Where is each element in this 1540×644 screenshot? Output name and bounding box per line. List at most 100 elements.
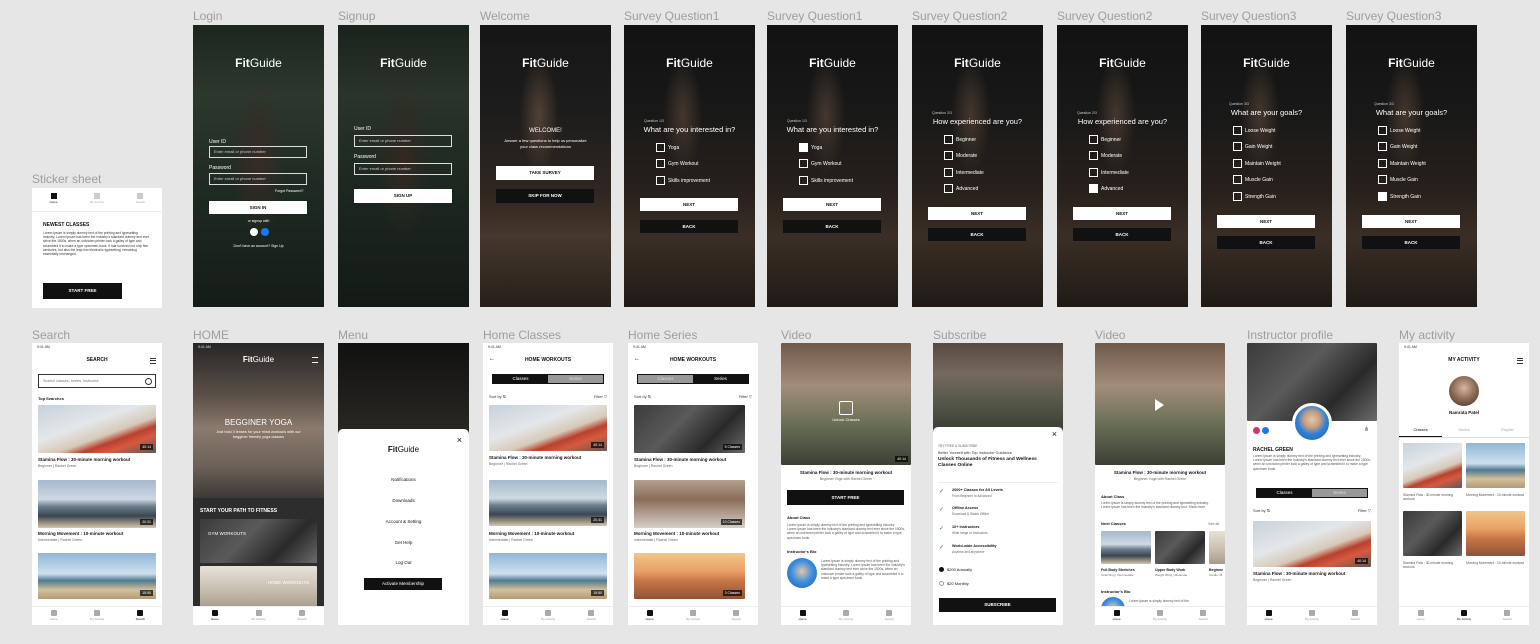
see-all-link[interactable]: See all xyxy=(1208,522,1219,526)
nav-home[interactable]: Home xyxy=(628,607,671,625)
next-button[interactable]: NEXT xyxy=(640,198,738,211)
sort-control[interactable]: Sort by ⇅ xyxy=(1253,508,1270,513)
nav-home[interactable]: Home xyxy=(32,607,75,625)
gym-workouts-card[interactable]: GYM WORKOUTS xyxy=(200,519,317,563)
activity-thumbnail[interactable] xyxy=(1403,443,1462,488)
forgot-password-link[interactable]: Forgot Password? xyxy=(275,189,303,193)
activity-title[interactable]: Stamina Flow : 30-minute morning workout xyxy=(1403,493,1462,501)
tab-playlist[interactable]: Playlist xyxy=(1486,427,1529,437)
nav-search[interactable]: Search xyxy=(1486,607,1529,625)
option-beginner[interactable]: Beginner xyxy=(1089,135,1121,145)
start-free-button[interactable]: START FREE xyxy=(787,490,904,505)
facebook-icon[interactable] xyxy=(1262,427,1269,434)
class-thumbnail[interactable]: 40:14 xyxy=(1253,521,1371,567)
next-button[interactable]: NEXT xyxy=(1362,215,1460,228)
next-button[interactable]: NEXT xyxy=(783,198,881,211)
option-intermediate[interactable]: Intermediate xyxy=(944,168,984,178)
next-class-thumbnail[interactable] xyxy=(1155,531,1205,564)
filter-control[interactable]: Filter ▽ xyxy=(594,394,607,399)
series-title[interactable]: Stamina Flow : 30-minute morning workout xyxy=(634,457,726,462)
sort-control[interactable]: Sort by ⇅ xyxy=(489,394,506,399)
search-input[interactable]: Search classes, series, instructor xyxy=(38,374,156,388)
filter-control[interactable]: Filter ▽ xyxy=(1358,508,1371,513)
user-id-input[interactable]: Enter email or phone number xyxy=(209,146,307,158)
next-button[interactable]: NEXT xyxy=(1217,215,1315,228)
nav-activity[interactable]: My Activity xyxy=(1138,607,1181,625)
nav-search[interactable]: Search xyxy=(715,607,758,625)
signup-link[interactable]: Don't have an account? Sign Up xyxy=(193,244,324,248)
class-thumbnail[interactable]: 20:31 xyxy=(489,480,607,526)
series-thumbnail[interactable]: 5 Classes xyxy=(634,405,745,453)
nav-activity[interactable]: My Activity xyxy=(1290,607,1333,625)
next-class-thumbnail[interactable] xyxy=(1101,531,1151,564)
next-button[interactable]: NEXT xyxy=(1073,207,1171,220)
menu-icon[interactable] xyxy=(312,357,318,363)
password-input[interactable]: Enter email or phone number xyxy=(354,163,452,175)
activity-title[interactable]: Morning Movement : 10-minute workout xyxy=(1466,493,1525,497)
series-title[interactable]: Morning Movement : 10-minute workout xyxy=(634,531,719,536)
nav-search[interactable]: Search xyxy=(1334,607,1377,625)
menu-icon[interactable] xyxy=(1517,358,1523,364)
sign-up-button[interactable]: SIGN UP xyxy=(354,189,452,203)
option-loose-weight[interactable]: Loose Weight xyxy=(1233,126,1275,136)
option-strength-gain[interactable]: Strength Gain xyxy=(1378,192,1421,202)
nav-home[interactable]: Home xyxy=(1247,607,1290,625)
filter-control[interactable]: Filter ▽ xyxy=(739,394,752,399)
video-player[interactable] xyxy=(1095,343,1225,465)
option-muscle-gain[interactable]: Muscle Gain xyxy=(1233,175,1273,185)
next-class-thumbnail[interactable] xyxy=(1209,531,1225,564)
nav-search[interactable]: Search xyxy=(868,607,911,625)
option-loose-weight[interactable]: Loose Weight xyxy=(1378,126,1420,136)
back-button[interactable]: BACK xyxy=(1073,228,1171,241)
nav-home[interactable]: Home xyxy=(193,607,237,625)
option-advanced[interactable]: Advanced xyxy=(944,184,978,194)
back-button[interactable]: BACK xyxy=(640,220,738,233)
skip-button[interactable]: SKIP FOR NOW xyxy=(496,189,594,203)
class-title[interactable]: Morning Movement : 10-minute workout xyxy=(489,531,574,536)
menu-item-help[interactable]: Get Help xyxy=(338,540,469,545)
class-thumbnail[interactable]: 15:50 xyxy=(489,553,607,599)
nav-home[interactable]: Home xyxy=(483,607,526,625)
instagram-icon[interactable] xyxy=(1253,427,1260,434)
next-class-title[interactable]: Upper Body Work xyxy=(1155,568,1185,572)
back-button[interactable]: BACK xyxy=(783,220,881,233)
sort-control[interactable]: Sort by ⇅ xyxy=(634,394,651,399)
option-maintain-weight[interactable]: Maintain Weight xyxy=(1378,159,1426,169)
class-thumbnail[interactable]: 40:14 xyxy=(38,405,156,453)
back-button[interactable]: BACK xyxy=(928,228,1026,241)
nav-search[interactable]: Search xyxy=(570,607,613,625)
nav-activity[interactable]: My Activity xyxy=(75,607,118,625)
facebook-icon[interactable] xyxy=(261,228,269,236)
start-free-button[interactable]: START FREE xyxy=(43,283,122,299)
option-moderate[interactable]: Moderate xyxy=(944,151,977,161)
series-thumbnail[interactable]: 3 Classes xyxy=(634,553,745,599)
activity-title[interactable]: Stamina Flow : 30-minute morning workout xyxy=(1403,561,1462,569)
tab-classes[interactable]: Classes xyxy=(638,375,693,383)
sign-in-button[interactable]: SIGN IN xyxy=(209,201,307,214)
take-survey-button[interactable]: TAKE SURVEY xyxy=(496,166,594,180)
tab-classes[interactable]: Classes xyxy=(1399,427,1443,437)
nav-search[interactable]: Search xyxy=(280,607,324,625)
class-title[interactable]: Stamina Flow : 30-minute morning workout xyxy=(489,455,581,460)
option-muscle-gain[interactable]: Muscle Gain xyxy=(1378,175,1418,185)
menu-item-account[interactable]: Account & Setting xyxy=(338,519,469,524)
class-thumbnail[interactable]: 20:31 xyxy=(38,480,156,528)
class-title[interactable]: Stamina Flow : 30-minute morning workout xyxy=(38,457,130,462)
option-intermediate[interactable]: Intermediate xyxy=(1089,168,1129,178)
next-class-title[interactable]: Full Body Stretches xyxy=(1101,568,1135,572)
tab-classes[interactable]: Classes xyxy=(493,375,548,383)
back-button[interactable]: BACK xyxy=(1362,236,1460,249)
nav-home[interactable]: Home xyxy=(32,193,75,211)
nav-home[interactable]: Home xyxy=(1095,607,1138,625)
option-beginner[interactable]: Beginner xyxy=(944,135,976,145)
option-skills[interactable]: Skills improvement xyxy=(656,176,710,186)
nav-activity[interactable]: My Activity xyxy=(237,607,281,625)
activate-membership-button[interactable]: Activate Membership xyxy=(364,578,442,590)
nav-search[interactable]: Search xyxy=(119,193,162,211)
nav-search[interactable]: Search xyxy=(1182,607,1225,625)
option-gain-weight[interactable]: Gain Weight xyxy=(1378,142,1417,152)
menu-item-logout[interactable]: Log Out xyxy=(338,560,469,565)
play-icon[interactable] xyxy=(1155,399,1164,411)
tab-series[interactable]: Series xyxy=(1442,427,1485,437)
activity-thumbnail[interactable] xyxy=(1466,443,1525,488)
